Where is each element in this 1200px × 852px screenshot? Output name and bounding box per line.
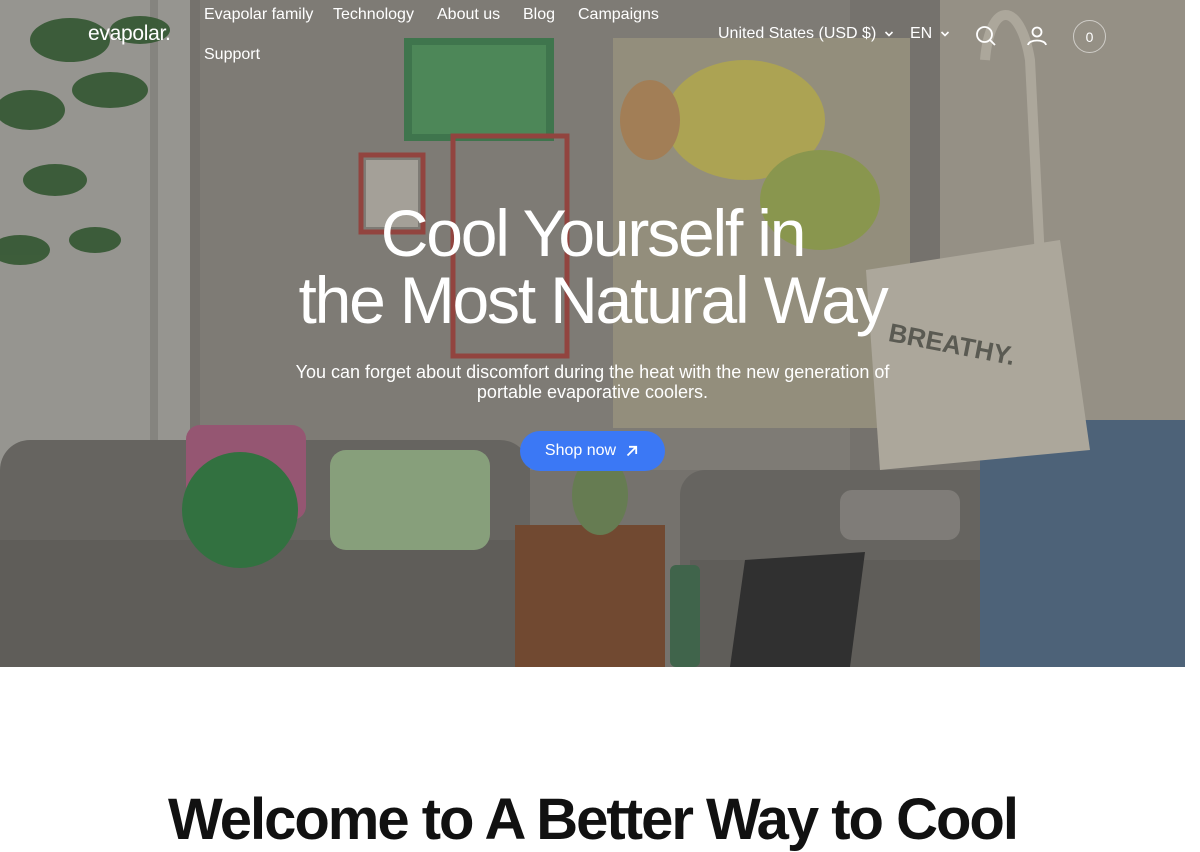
user-icon[interactable] bbox=[1024, 23, 1050, 49]
country-selector-label: United States (USD $) bbox=[718, 25, 877, 42]
nav-item-technology[interactable]: Technology bbox=[333, 6, 414, 24]
arrow-up-right-icon bbox=[626, 445, 638, 457]
hero-subtitle: You can forget about discomfort during t… bbox=[295, 362, 890, 402]
search-icon[interactable] bbox=[973, 23, 999, 49]
nav-item-about-us[interactable]: About us bbox=[437, 6, 500, 24]
hero-section: BREATHY. evapolar. Evapolar family Techn… bbox=[0, 0, 1185, 667]
chevron-down-icon bbox=[941, 31, 950, 37]
nav-item-blog[interactable]: Blog bbox=[523, 6, 555, 24]
chevron-down-icon bbox=[885, 31, 894, 37]
language-selector[interactable]: EN bbox=[910, 25, 950, 43]
hero-title: Cool Yourself in the Most Natural Way bbox=[0, 200, 1185, 334]
language-selector-label: EN bbox=[910, 25, 933, 42]
hero-copy: Cool Yourself in the Most Natural Way Yo… bbox=[0, 200, 1185, 403]
site-header: evapolar. Evapolar family Technology Abo… bbox=[0, 0, 1185, 80]
cart-count: 0 bbox=[1085, 28, 1094, 45]
hero-title-line-2: the Most Natural Way bbox=[298, 263, 888, 337]
evapolar-logo[interactable]: evapolar. bbox=[88, 22, 171, 46]
country-selector[interactable]: United States (USD $) bbox=[718, 25, 894, 43]
next-section-heading: Welcome to A Better Way to Cool bbox=[168, 787, 1019, 852]
cart-button[interactable]: 0 bbox=[1073, 20, 1106, 53]
hero-title-line-1: Cool Yourself in bbox=[380, 196, 807, 270]
shop-now-label: Shop now bbox=[544, 442, 617, 459]
shop-now-button[interactable]: Shop now bbox=[520, 431, 665, 471]
nav-item-support[interactable]: Support bbox=[204, 46, 260, 64]
scrollbar-gutter bbox=[1185, 0, 1200, 800]
nav-item-campaigns[interactable]: Campaigns bbox=[578, 6, 659, 24]
nav-item-evapolar-family[interactable]: Evapolar family bbox=[204, 6, 313, 24]
